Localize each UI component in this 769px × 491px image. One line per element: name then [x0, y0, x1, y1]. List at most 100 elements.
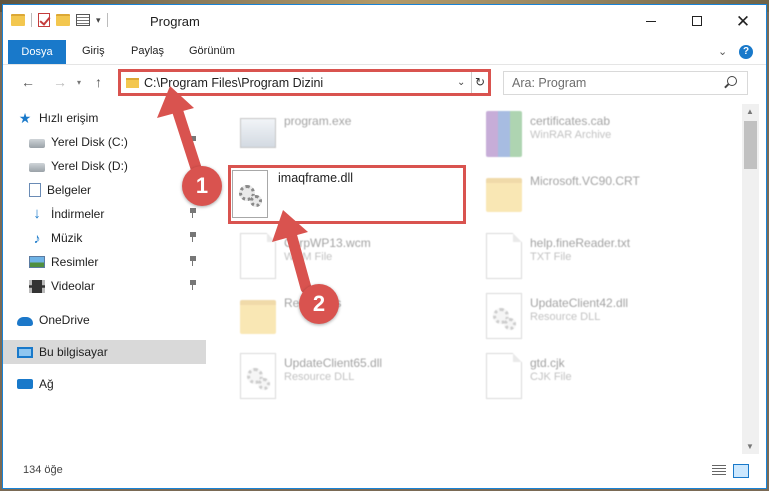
file-name: certificates.cab — [530, 114, 611, 128]
file-icon — [240, 233, 276, 279]
help-icon[interactable]: ? — [739, 45, 753, 59]
sidebar-item-quick-access[interactable]: ★ Hızlı erişim — [3, 106, 206, 130]
minimize-icon — [646, 20, 656, 22]
file-item-help-finereader-txt[interactable]: help.fineReader.txt TXT File — [480, 228, 715, 290]
step-badge-1: 1 — [182, 166, 222, 206]
sidebar-item-network[interactable]: Ağ — [3, 372, 206, 396]
back-arrow-icon[interactable]: ← — [21, 74, 35, 90]
star-icon: ★ — [18, 110, 32, 126]
status-bar: 134 öğe — [3, 456, 766, 486]
tab-share[interactable]: Paylaş — [131, 37, 164, 65]
file-name: CorpWP13.wcm — [284, 236, 371, 250]
file-item-gtd-cjk[interactable]: gtd.cjk CJK File — [480, 348, 715, 410]
sidebar-item-videos[interactable]: Videolar — [3, 274, 206, 298]
file-item-updateclient65-dll[interactable]: UpdateClient65.dll Resource DLL — [234, 348, 469, 410]
sidebar-item-onedrive[interactable]: OneDrive — [3, 308, 206, 332]
file-item-microsoft-vc90-crt[interactable]: Microsoft.VC90.CRT — [480, 166, 715, 228]
documents-icon — [29, 183, 41, 197]
sidebar-item-label: Belgeler — [47, 183, 92, 197]
folder-icon — [11, 14, 25, 26]
pin-icon[interactable] — [189, 280, 197, 290]
onedrive-icon — [17, 317, 33, 326]
file-name: program.exe — [284, 114, 352, 128]
file-item-certificates-cab[interactable]: certificates.cab WinRAR Archive — [480, 106, 715, 168]
drive-icon — [29, 139, 45, 148]
pictures-icon — [29, 256, 45, 268]
sidebar-item-local-disk-d[interactable]: Yerel Disk (D:) — [3, 154, 206, 178]
divider — [31, 13, 32, 27]
file-name: UpdateClient65.dll — [284, 356, 383, 370]
details-view-icon[interactable] — [712, 465, 726, 477]
sidebar-item-this-pc[interactable]: Bu bilgisayar — [3, 340, 206, 364]
pin-icon[interactable] — [189, 256, 197, 266]
window-title: Program — [150, 14, 200, 29]
vertical-scrollbar[interactable]: ▲ ▼ — [742, 104, 759, 454]
file-name: UpdateClient42.dll — [530, 296, 629, 310]
file-icon — [486, 353, 522, 399]
close-icon: ✕ — [735, 11, 751, 31]
sidebar-item-documents[interactable]: Belgeler — [3, 178, 206, 202]
videos-icon — [29, 279, 45, 293]
sidebar-item-label: OneDrive — [39, 313, 90, 327]
minimize-button[interactable] — [628, 5, 674, 37]
sidebar-item-label: Yerel Disk (D:) — [51, 159, 128, 173]
file-type: CJK File — [530, 371, 572, 383]
pin-icon[interactable] — [189, 136, 197, 146]
tab-home[interactable]: Giriş — [82, 37, 105, 65]
sidebar-item-label: Videolar — [51, 279, 95, 293]
file-item-program-exe[interactable]: program.exe — [234, 106, 469, 168]
file-type: WinRAR Archive — [530, 129, 612, 141]
properties-check-icon[interactable] — [38, 13, 50, 27]
sidebar-item-music[interactable]: ♪ Müzik — [3, 226, 206, 250]
address-bar[interactable]: C:\Program Files\Program Dizini ⌄ ↻ — [118, 69, 491, 96]
dll-gear-icon — [486, 293, 522, 339]
item-count: 134 öğe — [23, 464, 63, 476]
sidebar-item-label: İndirmeler — [51, 207, 105, 221]
search-input[interactable]: Ara: Program — [503, 71, 748, 95]
file-item-corpwp13-wcm[interactable]: CorpWP13.wcm WCM File — [234, 228, 469, 290]
music-icon: ♪ — [33, 230, 41, 246]
sidebar-item-downloads[interactable]: ↓ İndirmeler — [3, 202, 206, 226]
sidebar-item-label: Hızlı erişim — [39, 111, 99, 125]
sidebar-item-pictures[interactable]: Resimler — [3, 250, 206, 274]
forward-arrow-icon[interactable]: → — [53, 74, 67, 90]
refresh-icon[interactable]: ↻ — [471, 72, 488, 93]
file-type: Resource DLL — [284, 371, 355, 383]
step-badge-2: 2 — [299, 284, 339, 324]
address-dropdown-chevron-icon[interactable]: ⌄ — [457, 77, 465, 88]
properties-icon[interactable] — [76, 14, 90, 26]
file-item-resources[interactable]: Resources — [234, 288, 469, 350]
divider — [106, 13, 108, 27]
pin-icon[interactable] — [189, 232, 197, 242]
maximize-icon — [692, 16, 702, 26]
scroll-down-arrow-icon[interactable]: ▼ — [746, 442, 754, 451]
recent-locations-chevron-icon[interactable]: ▾ — [77, 78, 81, 87]
network-icon — [17, 379, 33, 389]
pin-icon[interactable] — [189, 208, 197, 218]
folder-icon — [126, 78, 139, 88]
highlight-box — [228, 165, 466, 224]
sidebar-item-local-disk-c[interactable]: Yerel Disk (C:) — [3, 130, 206, 154]
large-icons-view-icon[interactable] — [733, 464, 749, 478]
ribbon: Dosya Giriş Paylaş Görünüm ⌄ ? — [3, 37, 766, 65]
file-item-updateclient42-dll[interactable]: UpdateClient42.dll Resource DLL — [480, 288, 715, 350]
scrollbar-thumb[interactable] — [744, 121, 757, 169]
up-arrow-icon[interactable]: ↑ — [95, 74, 102, 90]
this-pc-icon — [17, 346, 33, 358]
tab-file[interactable]: Dosya — [8, 40, 66, 64]
file-type: WCM File — [284, 251, 333, 263]
file-list: program.exe certificates.cab WinRAR Arch… — [210, 104, 740, 449]
navigation-pane: ★ Hızlı erişim Yerel Disk (C:) Yerel Dis… — [3, 104, 208, 454]
customize-toolbar-chevron-icon[interactable]: ▾ — [96, 15, 101, 26]
file-explorer-window: ▾ Program ✕ Dosya Giriş Paylaş Görünüm ⌄… — [2, 4, 767, 489]
tab-view[interactable]: Görünüm — [189, 37, 235, 65]
folder-icon — [486, 178, 522, 212]
scroll-up-arrow-icon[interactable]: ▲ — [746, 107, 754, 116]
close-button[interactable]: ✕ — [720, 5, 766, 37]
download-icon: ↓ — [33, 205, 41, 222]
new-folder-icon[interactable] — [56, 14, 70, 26]
maximize-button[interactable] — [674, 5, 720, 37]
sidebar-item-label: Bu bilgisayar — [39, 345, 108, 359]
expand-ribbon-chevron-icon[interactable]: ⌄ — [718, 45, 727, 58]
address-path[interactable]: C:\Program Files\Program Dizini — [144, 76, 323, 90]
